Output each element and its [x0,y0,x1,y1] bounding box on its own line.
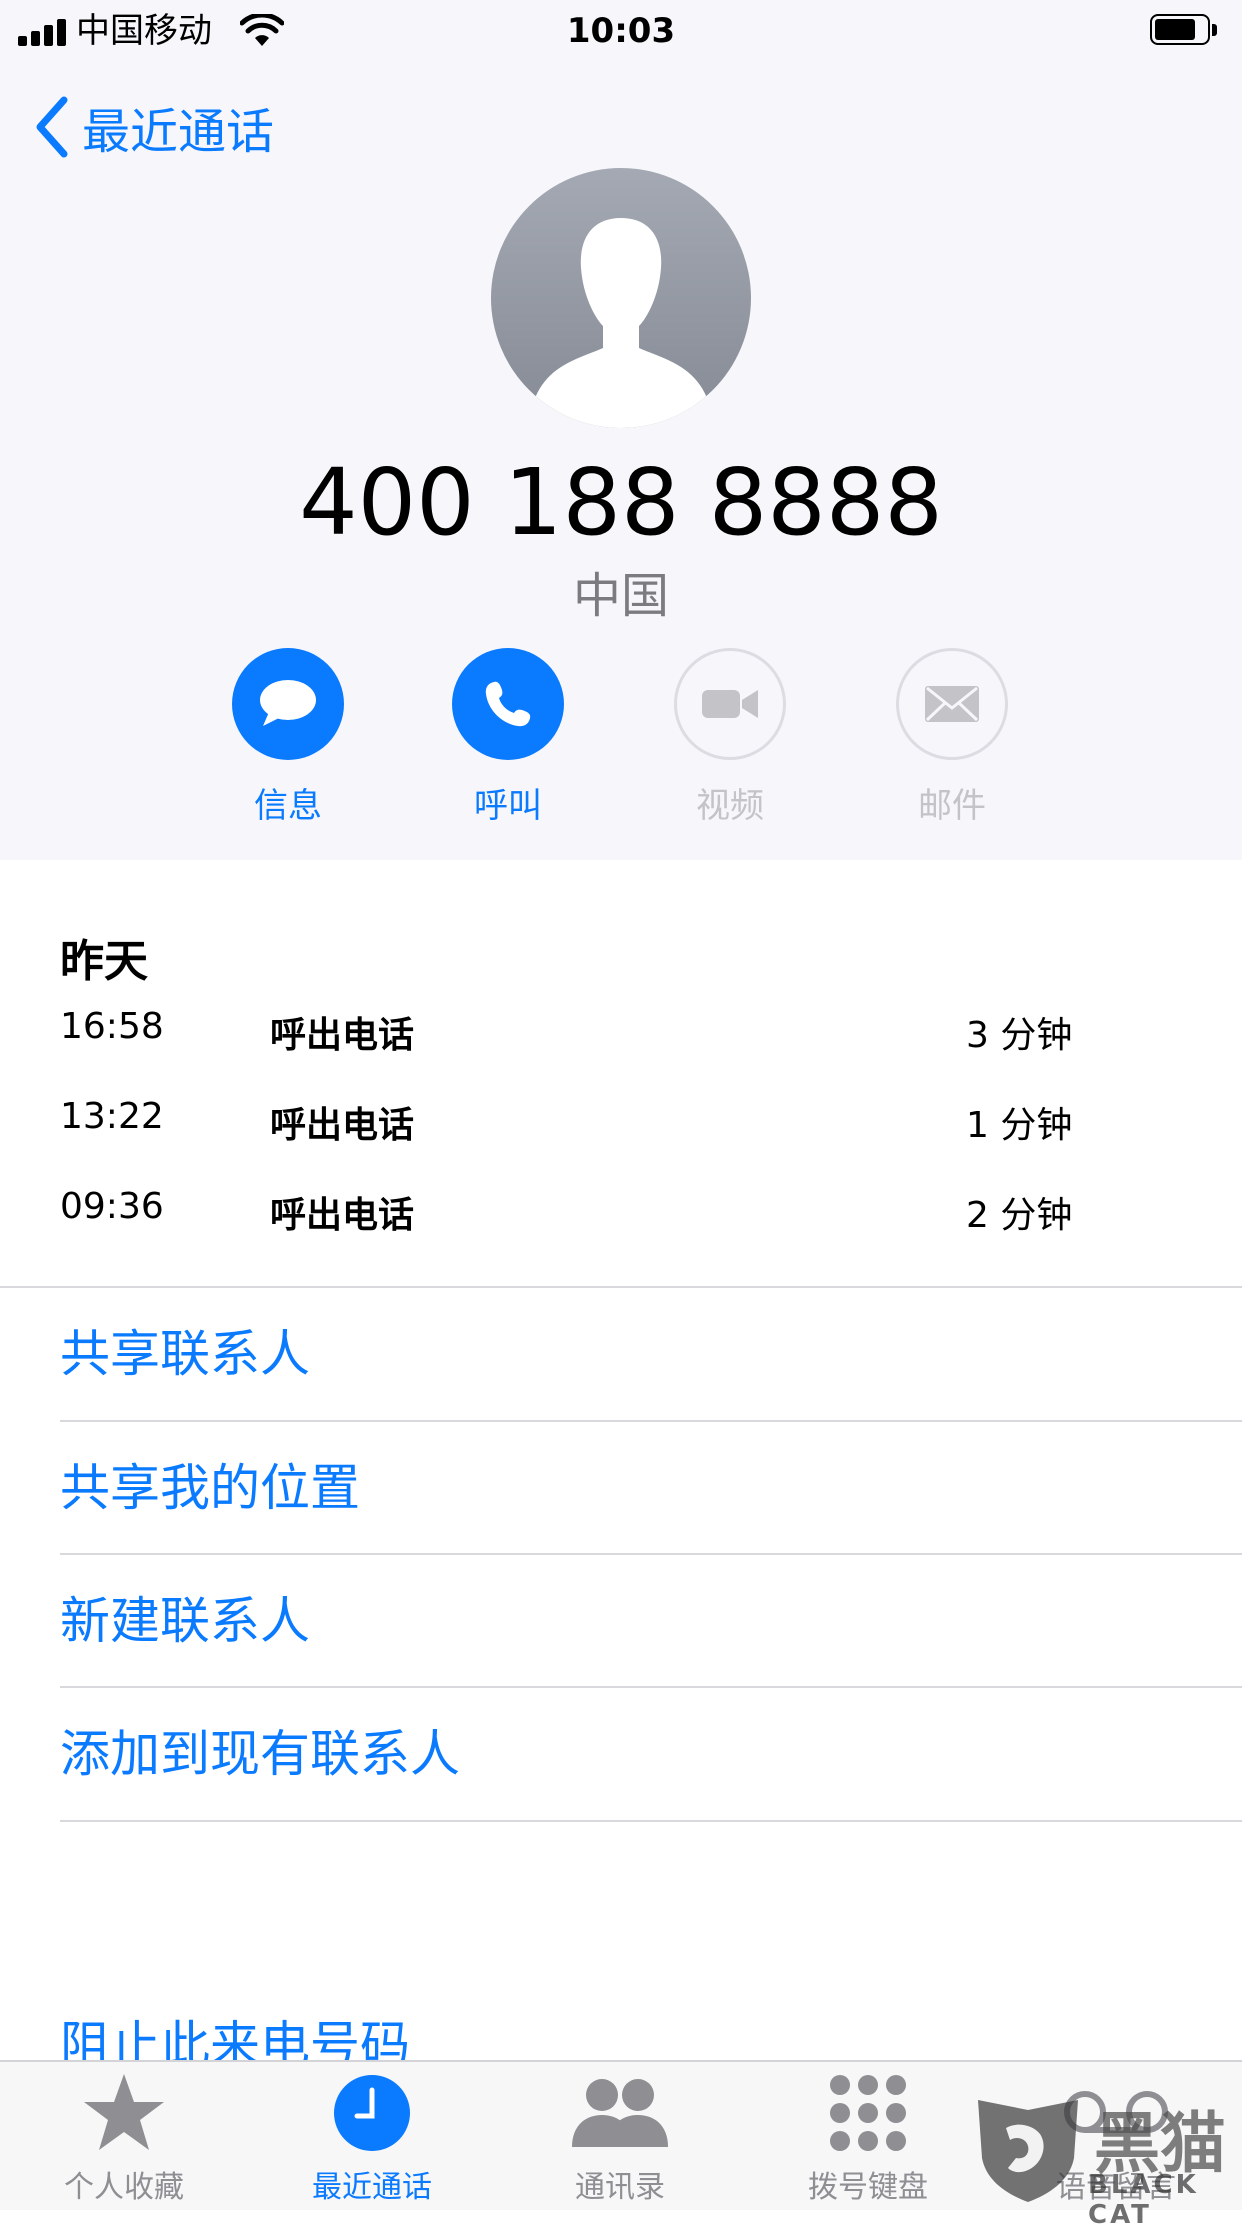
call-duration: 1 分钟 [966,1105,1073,1146]
call-history-row: 09:36 呼出电话 2 分钟 [0,1186,1242,1246]
call-type: 呼出电话 [270,1195,415,1236]
avatar [491,168,751,428]
call-duration: 2 分钟 [966,1195,1073,1236]
tab-contacts[interactable]: 通讯录 [520,2068,720,2208]
call-action-label: 呼叫 [474,786,542,826]
message-icon [260,680,316,726]
call-duration: 3 分钟 [966,1015,1073,1056]
video-action-button[interactable]: 视频 [660,648,800,826]
share-contact-button[interactable]: 共享联系人 [60,1288,1242,1420]
tab-recents[interactable]: 最近通话 [272,2068,472,2208]
watermark-subtext: BLACK CAT [1088,2170,1199,2230]
call-history-row: 16:58 呼出电话 3 分钟 [0,1006,1242,1066]
call-history-row: 13:22 呼出电话 1 分钟 [0,1096,1242,1156]
call-date-header: 昨天 [60,936,148,987]
tab-keypad[interactable]: 拨号键盘 [768,2068,968,2208]
tab-favorites-label: 个人收藏 [64,2170,184,2205]
phone-icon [485,681,531,727]
star-icon [84,2074,164,2150]
contact-region: 中国 [572,568,669,624]
video-icon [702,690,758,718]
back-label: 最近通话 [82,104,275,160]
cat-shield-logo-icon [978,2100,1078,2202]
share-location-label: 共享我的位置 [60,1459,360,1517]
message-action-label: 信息 [254,786,322,826]
video-action-label: 视频 [696,786,764,826]
contacts-icon [572,2079,668,2147]
tab-keypad-label: 拨号键盘 [808,2170,928,2205]
keypad-icon [830,2075,906,2151]
mail-action-label: 邮件 [918,786,986,826]
person-silhouette-icon [491,168,751,428]
call-time: 13:22 [60,1096,164,1137]
call-type: 呼出电话 [270,1105,415,1146]
battery-icon [1150,14,1220,47]
tab-contacts-label: 通讯录 [575,2170,665,2205]
status-bar: 中国移动 10:03 [0,0,1242,62]
share-location-button[interactable]: 共享我的位置 [60,1422,1242,1554]
message-action-button[interactable]: 信息 [218,648,358,826]
contact-number: 400 188 8888 [299,449,943,556]
call-time: 09:36 [60,1186,164,1227]
new-contact-label: 新建联系人 [60,1592,310,1650]
chevron-left-icon [36,96,68,158]
call-action-button[interactable]: 呼叫 [438,648,578,826]
mail-action-button[interactable]: 邮件 [882,648,1022,826]
black-cat-watermark: 黑猫 BLACK CAT [970,2090,1240,2230]
share-contact-label: 共享联系人 [60,1325,310,1383]
back-button[interactable]: 最近通话 [34,92,274,162]
add-to-existing-contact-label: 添加到现有联系人 [60,1725,460,1783]
clock-icon [334,2075,410,2151]
new-contact-button[interactable]: 新建联系人 [60,1555,1242,1687]
mail-icon [925,686,979,722]
call-time: 16:58 [60,1006,164,1047]
tab-favorites[interactable]: 个人收藏 [24,2068,224,2208]
row-divider [60,1820,1242,1822]
tab-recents-label: 最近通话 [312,2170,432,2205]
call-type: 呼出电话 [270,1015,415,1056]
add-to-existing-contact-button[interactable]: 添加到现有联系人 [60,1688,1242,1820]
clock-time: 10:03 [566,11,676,51]
